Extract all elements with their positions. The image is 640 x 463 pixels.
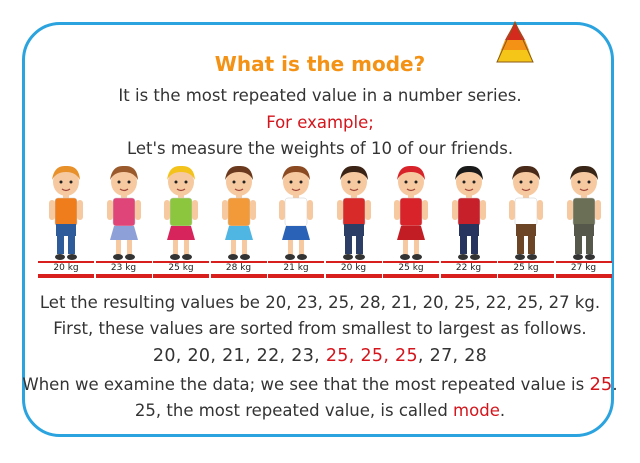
sorted-values-start: 20, 20, 21, 22, 23,: [152, 346, 326, 366]
example-intro-text: Let's measure the weights of 10 of our f…: [126, 139, 514, 158]
definition-text: It is the most repeated value in a numbe…: [118, 86, 522, 105]
children-row: 20 kg 23 kg 25 kg 28 kg 21 kg 20 kg 25 k…: [0, 160, 640, 280]
conclusion-text-start: 25, the most repeated value, is called: [134, 401, 454, 420]
values-text: Let the resulting values be 20, 23, 25, …: [39, 293, 601, 312]
conclusion-text-end: .: [499, 401, 506, 420]
weight-label: 22 kg: [440, 263, 497, 274]
conclusion-text: 25, the most repeated value, is called m…: [0, 401, 640, 420]
examination-text: When we examine the data; we see that th…: [0, 374, 640, 395]
weight-label: 25 kg: [498, 263, 554, 274]
child-figure: 22 kg: [440, 160, 497, 280]
weight-label: 27 kg: [555, 263, 612, 274]
child-figure: 23 kg: [95, 160, 152, 280]
child-figure: 20 kg: [38, 160, 94, 280]
child-figure: 25 kg: [383, 160, 439, 280]
child-figure: 27 kg: [555, 160, 612, 280]
child-figure: 20 kg: [325, 160, 382, 280]
child-figure: 25 kg: [498, 160, 554, 280]
mode-value: 25: [589, 374, 613, 395]
sorting-text: First, these values are sorted from smal…: [53, 319, 587, 338]
examination-text-start: When we examine the data; we see that th…: [22, 375, 590, 394]
sorted-values-end: , 27, 28: [417, 346, 488, 366]
child-figure: 21 kg: [268, 160, 324, 280]
weight-label: 28 kg: [210, 263, 267, 274]
sorted-values: 20, 20, 21, 22, 23, 25, 25, 25, 27, 28: [0, 346, 640, 366]
example-heading: For example;: [266, 113, 374, 132]
weight-label: 20 kg: [325, 263, 382, 274]
weight-label: 23 kg: [95, 263, 152, 274]
child-figure: 25 kg: [153, 160, 209, 280]
weight-label: 20 kg: [38, 263, 94, 274]
mode-term: mode: [453, 401, 500, 420]
weight-label: 25 kg: [153, 263, 209, 274]
sorted-values-mode: 25, 25, 25: [325, 346, 418, 366]
page-title: What is the mode?: [214, 52, 426, 76]
examination-text-end: .: [612, 375, 618, 394]
weight-label: 25 kg: [383, 263, 439, 274]
weight-label: 21 kg: [268, 263, 324, 274]
child-figure: 28 kg: [210, 160, 267, 280]
